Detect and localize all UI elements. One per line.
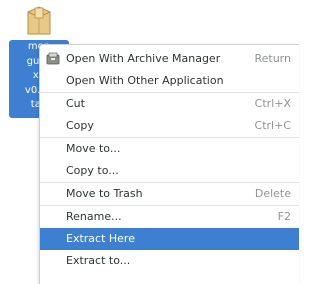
- menu-item-label: Open With Archive Manager: [66, 52, 221, 65]
- shortcut-label: Return: [254, 52, 291, 65]
- shortcut-label: F2: [277, 210, 291, 223]
- menu-item-label: Extract to...: [66, 254, 131, 267]
- menu-item-copy[interactable]: Copy Ctrl+C: [40, 115, 299, 137]
- menu-item-label: Open With Other Application: [66, 74, 224, 87]
- context-menu: Open With Archive Manager Return Open Wi…: [39, 44, 299, 284]
- archive-package-icon[interactable]: [25, 4, 53, 38]
- menu-item-cut[interactable]: Cut Ctrl+X: [40, 93, 299, 115]
- menu-item-move-to[interactable]: Move to...: [40, 138, 299, 160]
- shortcut-label: Ctrl+C: [254, 119, 291, 132]
- shortcut-label: Delete: [254, 187, 291, 200]
- shortcut-label: Ctrl+X: [254, 97, 291, 110]
- menu-item-label: Move to Trash: [66, 187, 143, 200]
- menu-item-open-with-archive-manager[interactable]: Open With Archive Manager Return: [40, 48, 299, 70]
- menu-item-label: Copy: [66, 119, 94, 132]
- menu-item-label: Rename...: [66, 210, 122, 223]
- menu-item-copy-to[interactable]: Copy to...: [40, 160, 299, 182]
- menu-item-label: Cut: [66, 97, 85, 110]
- menu-item-move-to-trash[interactable]: Move to Trash Delete: [40, 183, 299, 205]
- menu-item-open-with-other-application[interactable]: Open With Other Application: [40, 70, 299, 92]
- menu-item-label: Extract Here: [66, 232, 135, 245]
- menu-item-label: Copy to...: [66, 164, 119, 177]
- menu-item-label: Move to...: [66, 142, 121, 155]
- menu-item-extract-here[interactable]: Extract Here: [40, 228, 299, 250]
- archive-manager-icon: [46, 52, 60, 65]
- menu-item-rename[interactable]: Rename... F2: [40, 206, 299, 228]
